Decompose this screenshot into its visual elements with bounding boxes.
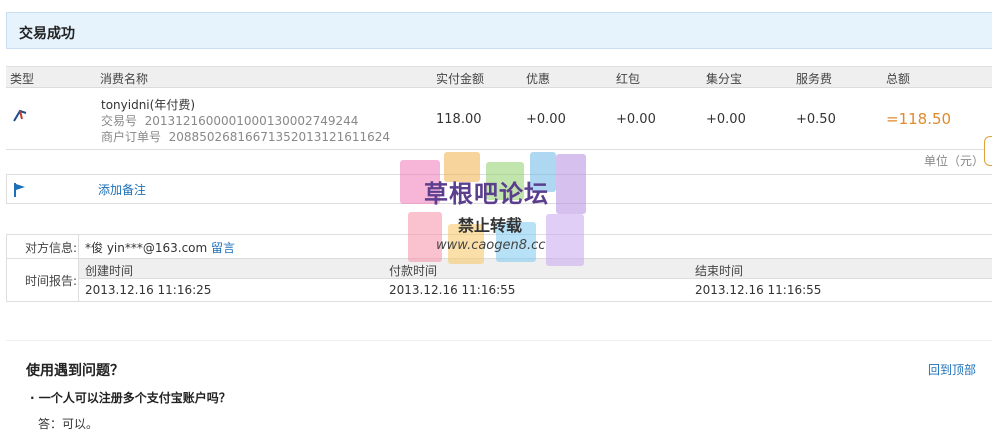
total-amount: =118.50 xyxy=(886,110,952,128)
help-title: 使用遇到问题？ xyxy=(26,363,124,379)
col-red-packet: 红包 xyxy=(616,72,641,86)
counterparty-label: 对方信息: xyxy=(24,241,77,255)
col-type: 类型 xyxy=(10,72,35,86)
divider xyxy=(6,340,992,341)
flag-icon xyxy=(13,182,27,201)
discount-amount: +0.00 xyxy=(526,112,566,127)
add-note-link[interactable]: 添加备注 xyxy=(98,181,146,198)
col-service-fee: 服务费 xyxy=(796,72,833,86)
jifenbao-amount: +0.00 xyxy=(706,112,746,127)
trade-no: 交易号 2013121600001000130002749244 xyxy=(101,114,359,128)
finished-label: 结束时间 xyxy=(695,264,744,278)
side-tab[interactable] xyxy=(984,136,992,166)
faq-question[interactable]: · 一个人可以注册多个支付宝账户吗？ xyxy=(30,389,231,406)
created-time: 2013.12.16 11:16:25 xyxy=(85,283,212,297)
counterparty-value: *俊 yin***@163.com 留言 xyxy=(85,241,236,255)
order-name: tonyidni(年付费) xyxy=(101,98,196,112)
col-discount: 优惠 xyxy=(526,72,551,86)
paid-amount: 118.00 xyxy=(436,112,482,127)
watermark-title: 草根吧论坛 xyxy=(424,180,549,208)
finished-time: 2013.12.16 11:16:55 xyxy=(695,283,822,297)
timeline-label: 时间报告: xyxy=(24,274,77,288)
col-jifenbao: 集分宝 xyxy=(706,72,743,86)
table-header: 类型 消费名称 实付金额 优惠 红包 集分宝 服务费 总额 xyxy=(6,66,992,88)
col-paid: 实付金额 xyxy=(436,72,485,86)
watermark-subtitle: 禁止转载 xyxy=(458,216,523,235)
watermark: 草根吧论坛 禁止转载 www.caogen8.cc xyxy=(400,152,590,272)
merchant-no: 商户订单号 20885026816671352013121611624 xyxy=(101,130,391,144)
message-link[interactable]: 留言 xyxy=(211,241,235,255)
watermark-url: www.caogen8.cc xyxy=(436,238,546,253)
service-fee-amount: +0.50 xyxy=(796,112,836,127)
col-name: 消费名称 xyxy=(100,72,149,86)
status-title: 交易成功 xyxy=(19,26,75,42)
created-label: 创建时间 xyxy=(85,264,134,278)
type-icon xyxy=(12,107,28,126)
back-to-top-link[interactable]: 回到顶部 xyxy=(928,361,976,378)
paid-time: 2013.12.16 11:16:55 xyxy=(389,283,516,297)
status-header: 交易成功 xyxy=(6,12,992,49)
unit-label: 单位（元） xyxy=(923,154,984,168)
col-total: 总额 xyxy=(886,72,911,86)
red-packet-amount: +0.00 xyxy=(616,112,656,127)
table-row: tonyidni(年付费) 交易号 2013121600001000130002… xyxy=(6,88,992,150)
faq-answer: 答：可以。 xyxy=(38,417,99,431)
